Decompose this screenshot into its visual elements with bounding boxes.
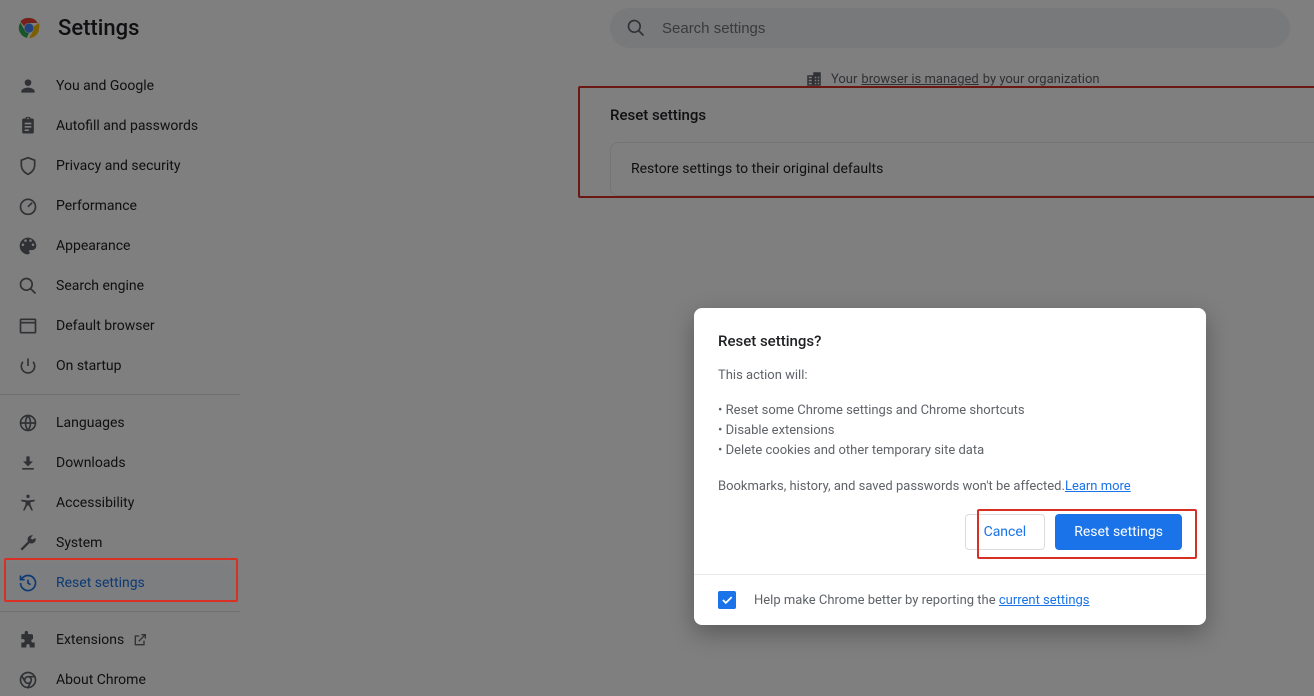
dialog-body: Reset settings? This action will: • Rese… [694, 308, 1206, 574]
dialog-subtitle: This action will: [718, 368, 1182, 383]
dialog-bullets: • Reset some Chrome settings and Chrome … [718, 401, 1182, 461]
reset-button[interactable]: Reset settings [1055, 514, 1182, 550]
dialog-bullet: • Delete cookies and other temporary sit… [718, 441, 1182, 461]
reset-dialog: Reset settings? This action will: • Rese… [694, 308, 1206, 625]
current-settings-link[interactable]: current settings [999, 593, 1090, 608]
dialog-title: Reset settings? [718, 332, 1182, 350]
cancel-button[interactable]: Cancel [965, 514, 1046, 550]
dialog-note: Bookmarks, history, and saved passwords … [718, 479, 1182, 494]
dialog-footer: Help make Chrome better by reporting the… [694, 574, 1206, 625]
dialog-bullet: • Disable extensions [718, 421, 1182, 441]
dialog-actions: Cancel Reset settings [718, 514, 1182, 550]
dialog-bullet: • Reset some Chrome settings and Chrome … [718, 401, 1182, 421]
report-checkbox[interactable] [718, 591, 736, 609]
app-root: Settings You and Google Autofill and pas… [0, 0, 1314, 696]
learn-more-link[interactable]: Learn more [1065, 479, 1131, 494]
footer-text: Help make Chrome better by reporting the… [754, 593, 1090, 608]
